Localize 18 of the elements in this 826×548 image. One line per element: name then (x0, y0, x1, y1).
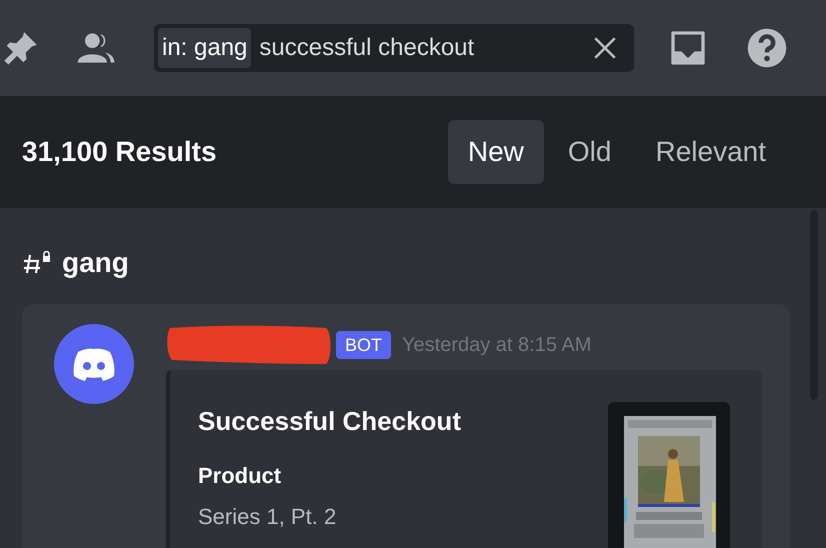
search-field[interactable]: in: gang successful checkout (154, 24, 634, 72)
field-value: Series 1, Pt. 2 (198, 503, 338, 531)
close-icon[interactable] (592, 35, 618, 61)
sort-tab[interactable]: New (448, 120, 544, 184)
pin-icon[interactable] (2, 29, 40, 67)
locked-channel-icon (24, 251, 52, 275)
field-name: Product (198, 462, 282, 490)
bot-avatar-icon (54, 324, 134, 404)
channel-name: gang (62, 246, 129, 280)
filter-chip: in: gang (158, 28, 252, 68)
timestamp: Yesterday at 8:15 AM (402, 333, 592, 358)
sort-tab[interactable]: Old (548, 120, 632, 184)
embed-title: Successful Checkout (198, 405, 462, 438)
sort-tab[interactable]: Relevant (635, 120, 786, 184)
search-query: successful checkout (259, 33, 474, 63)
results-count: 31,100 Results (22, 135, 217, 169)
help-icon[interactable] (746, 27, 788, 69)
bot-badge: BOT (336, 331, 392, 359)
